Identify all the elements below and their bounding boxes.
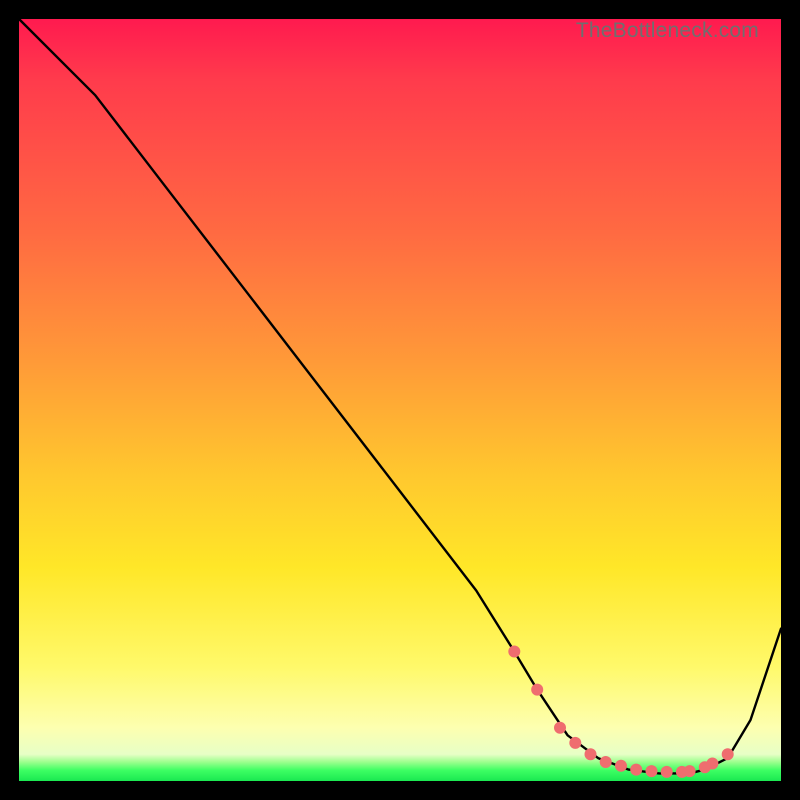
marker-point: [531, 684, 543, 696]
marker-point: [585, 748, 597, 760]
marker-point: [600, 756, 612, 768]
marker-point: [684, 765, 696, 777]
chart-svg: [19, 19, 781, 781]
marker-point: [615, 760, 627, 772]
marker-point: [706, 758, 718, 770]
marker-point: [646, 765, 658, 777]
marker-point: [554, 722, 566, 734]
marker-point: [508, 646, 520, 658]
plot-area: TheBottleneck.com: [19, 19, 781, 781]
marker-point: [569, 737, 581, 749]
marker-point: [661, 766, 673, 778]
marker-point: [722, 748, 734, 760]
marker-group: [508, 646, 733, 778]
curve-line: [19, 19, 781, 773]
chart-frame: TheBottleneck.com: [0, 0, 800, 800]
marker-point: [630, 764, 642, 776]
